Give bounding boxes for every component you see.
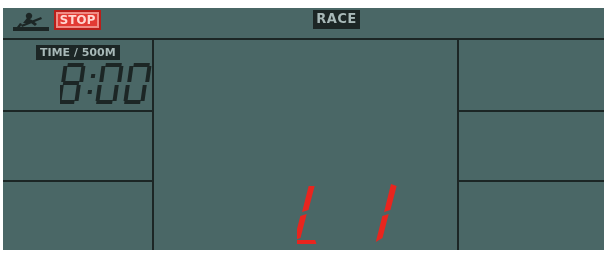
left-row-divider-2 [3, 180, 153, 182]
time-per-500m-value: 8:00 [60, 62, 152, 106]
left-column-divider [152, 38, 154, 250]
header-divider [3, 38, 604, 40]
right-column-divider [457, 38, 459, 250]
seven-segment-time [60, 63, 152, 104]
left-row-divider-1 [3, 110, 153, 112]
right-row-divider-2 [458, 180, 604, 182]
right-row-divider-1 [458, 110, 604, 112]
time-per-500m-label: TIME / 500M [36, 45, 120, 60]
stop-badge: STOP [54, 10, 101, 30]
program-mode-badge: RACE [313, 10, 360, 29]
level-indicator: L 1 [297, 184, 407, 246]
seven-segment-level [297, 184, 397, 244]
rowing-machine-icon [13, 12, 49, 31]
